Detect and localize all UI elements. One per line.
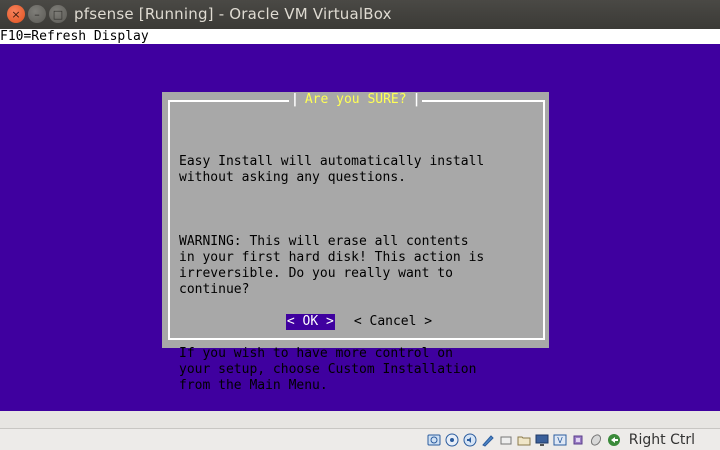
vm-console-screen[interactable]: F10=Refresh Display | Are you SURE? | Ea…	[0, 29, 720, 411]
dialog-body: Easy Install will automatically install …	[179, 122, 539, 442]
optical-drive-icon[interactable]	[445, 432, 460, 447]
host-key-label: Right Ctrl	[628, 431, 695, 448]
svg-text:V: V	[558, 436, 564, 445]
title-left-tick: |	[291, 92, 299, 107]
confirm-dialog: | Are you SURE? | Easy Install will auto…	[162, 92, 549, 393]
shared-folders-icon[interactable]	[517, 432, 532, 447]
dialog-paragraph-warning: WARNING: This will erase all contents in…	[179, 234, 485, 297]
console-bottom-strip	[0, 411, 720, 428]
usb-icon[interactable]	[499, 432, 514, 447]
ok-button[interactable]: < OK >	[285, 314, 335, 330]
video-capture-icon[interactable]: V	[553, 432, 568, 447]
dialog-buttons: < OK > < Cancel >	[162, 314, 549, 330]
audio-icon[interactable]	[463, 432, 478, 447]
maximize-window-button[interactable]: □	[49, 5, 67, 23]
dialog-title-box: | Are you SURE? |	[289, 92, 423, 108]
dialog-title: Are you SURE?	[304, 92, 407, 107]
window-titlebar[interactable]: × – □ pfsense [Running] - Oracle VM Virt…	[0, 0, 720, 29]
maximize-icon: □	[52, 7, 64, 21]
dialog-paragraph-hint: If you wish to have more control on your…	[179, 346, 477, 393]
network-icon[interactable]	[481, 432, 496, 447]
display-icon[interactable]	[535, 432, 550, 447]
window-title: pfsense [Running] - Oracle VM VirtualBox	[74, 5, 392, 23]
minimize-window-button[interactable]: –	[28, 5, 46, 23]
cancel-button[interactable]: < Cancel >	[353, 314, 433, 330]
hard-disk-icon[interactable]	[427, 432, 442, 447]
vm-statusbar: V Right Ctrl	[0, 428, 720, 450]
host-key-arrow-icon	[607, 432, 622, 447]
minimize-icon: –	[34, 7, 40, 21]
mouse-integration-icon[interactable]	[589, 432, 604, 447]
close-icon: ×	[11, 7, 21, 21]
dialog-paragraph-intro: Easy Install will automatically install …	[179, 154, 485, 185]
cpu-icon[interactable]	[571, 432, 586, 447]
close-window-button[interactable]: ×	[7, 5, 25, 23]
hotkey-bar: F10=Refresh Display	[0, 29, 720, 44]
title-right-tick: |	[412, 92, 421, 107]
